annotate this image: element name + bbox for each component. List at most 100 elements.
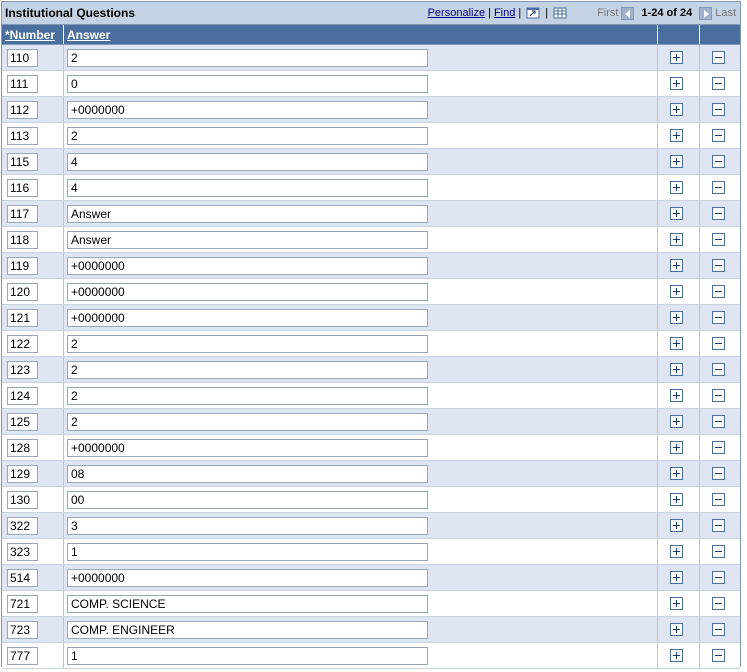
plus-icon[interactable] [670, 285, 683, 298]
answer-input[interactable]: +0000000 [67, 438, 428, 457]
minus-icon[interactable] [712, 103, 725, 116]
answer-input[interactable]: 1 [67, 542, 428, 561]
answer-input[interactable]: 2 [67, 386, 428, 405]
number-input[interactable]: 723 [7, 620, 38, 639]
plus-icon[interactable] [670, 623, 683, 636]
number-input[interactable]: 777 [7, 646, 38, 665]
number-input[interactable]: 117 [7, 204, 38, 223]
answer-input[interactable]: 00 [67, 490, 428, 509]
number-input[interactable]: 130 [7, 490, 38, 509]
plus-icon[interactable] [670, 597, 683, 610]
minus-icon[interactable] [712, 207, 725, 220]
number-input[interactable]: 113 [7, 126, 38, 145]
answer-input[interactable]: 4 [67, 178, 428, 197]
number-input[interactable]: 111 [7, 74, 38, 93]
minus-icon[interactable] [712, 545, 725, 558]
minus-icon[interactable] [712, 51, 725, 64]
number-input[interactable]: 115 [7, 152, 38, 171]
minus-icon[interactable] [712, 467, 725, 480]
answer-input[interactable]: 3 [67, 516, 428, 535]
spreadsheet-icon[interactable] [553, 7, 567, 19]
plus-icon[interactable] [670, 493, 683, 506]
sort-number-link[interactable]: *Number [2, 28, 55, 42]
arrow-left-icon[interactable] [621, 6, 635, 20]
minus-icon[interactable] [712, 597, 725, 610]
answer-input[interactable]: Answer [67, 204, 428, 223]
plus-icon[interactable] [670, 51, 683, 64]
answer-input[interactable]: COMP. SCIENCE [67, 594, 428, 613]
plus-icon[interactable] [670, 441, 683, 454]
minus-icon[interactable] [712, 259, 725, 272]
number-input[interactable]: 125 [7, 412, 38, 431]
minus-icon[interactable] [712, 311, 725, 324]
answer-input[interactable]: +0000000 [67, 100, 428, 119]
plus-icon[interactable] [670, 77, 683, 90]
minus-icon[interactable] [712, 129, 725, 142]
minus-icon[interactable] [712, 285, 725, 298]
minus-icon[interactable] [712, 181, 725, 194]
answer-input[interactable]: 2 [67, 360, 428, 379]
plus-icon[interactable] [670, 519, 683, 532]
answer-input[interactable]: 08 [67, 464, 428, 483]
answer-input[interactable]: +0000000 [67, 568, 428, 587]
answer-input[interactable]: Answer [67, 230, 428, 249]
answer-input[interactable]: 2 [67, 126, 428, 145]
personalize-link[interactable]: Personalize [428, 7, 485, 19]
number-input[interactable]: 110 [7, 48, 38, 67]
number-input[interactable]: 514 [7, 568, 38, 587]
plus-icon[interactable] [670, 415, 683, 428]
answer-input[interactable]: 2 [67, 334, 428, 353]
minus-icon[interactable] [712, 389, 725, 402]
plus-icon[interactable] [670, 103, 683, 116]
number-input[interactable]: 119 [7, 256, 38, 275]
plus-icon[interactable] [670, 467, 683, 480]
minus-icon[interactable] [712, 441, 725, 454]
minus-icon[interactable] [712, 623, 725, 636]
number-input[interactable]: 129 [7, 464, 38, 483]
plus-icon[interactable] [670, 649, 683, 662]
plus-icon[interactable] [670, 311, 683, 324]
number-input[interactable]: 116 [7, 178, 38, 197]
minus-icon[interactable] [712, 363, 725, 376]
view-all-icon[interactable] [526, 7, 540, 19]
plus-icon[interactable] [670, 389, 683, 402]
plus-icon[interactable] [670, 571, 683, 584]
plus-icon[interactable] [670, 233, 683, 246]
number-input[interactable]: 123 [7, 360, 38, 379]
answer-input[interactable]: 0 [67, 74, 428, 93]
minus-icon[interactable] [712, 519, 725, 532]
plus-icon[interactable] [670, 337, 683, 350]
plus-icon[interactable] [670, 545, 683, 558]
minus-icon[interactable] [712, 77, 725, 90]
answer-input[interactable]: COMP. ENGINEER [67, 620, 428, 639]
answer-input[interactable]: 1 [67, 646, 428, 665]
plus-icon[interactable] [670, 181, 683, 194]
number-input[interactable]: 322 [7, 516, 38, 535]
arrow-right-icon[interactable] [699, 6, 713, 20]
number-input[interactable]: 120 [7, 282, 38, 301]
plus-icon[interactable] [670, 207, 683, 220]
minus-icon[interactable] [712, 155, 725, 168]
find-link[interactable]: Find [494, 7, 515, 19]
minus-icon[interactable] [712, 493, 725, 506]
number-input[interactable]: 124 [7, 386, 38, 405]
number-input[interactable]: 721 [7, 594, 38, 613]
plus-icon[interactable] [670, 155, 683, 168]
answer-input[interactable]: +0000000 [67, 282, 428, 301]
minus-icon[interactable] [712, 337, 725, 350]
minus-icon[interactable] [712, 571, 725, 584]
answer-input[interactable]: +0000000 [67, 308, 428, 327]
plus-icon[interactable] [670, 259, 683, 272]
number-input[interactable]: 112 [7, 100, 38, 119]
number-input[interactable]: 128 [7, 438, 38, 457]
sort-answer-link[interactable]: Answer [64, 28, 110, 42]
number-input[interactable]: 122 [7, 334, 38, 353]
number-input[interactable]: 323 [7, 542, 38, 561]
answer-input[interactable]: 2 [67, 412, 428, 431]
plus-icon[interactable] [670, 129, 683, 142]
answer-input[interactable]: +0000000 [67, 256, 428, 275]
minus-icon[interactable] [712, 233, 725, 246]
number-input[interactable]: 121 [7, 308, 38, 327]
plus-icon[interactable] [670, 363, 683, 376]
number-input[interactable]: 118 [7, 230, 38, 249]
